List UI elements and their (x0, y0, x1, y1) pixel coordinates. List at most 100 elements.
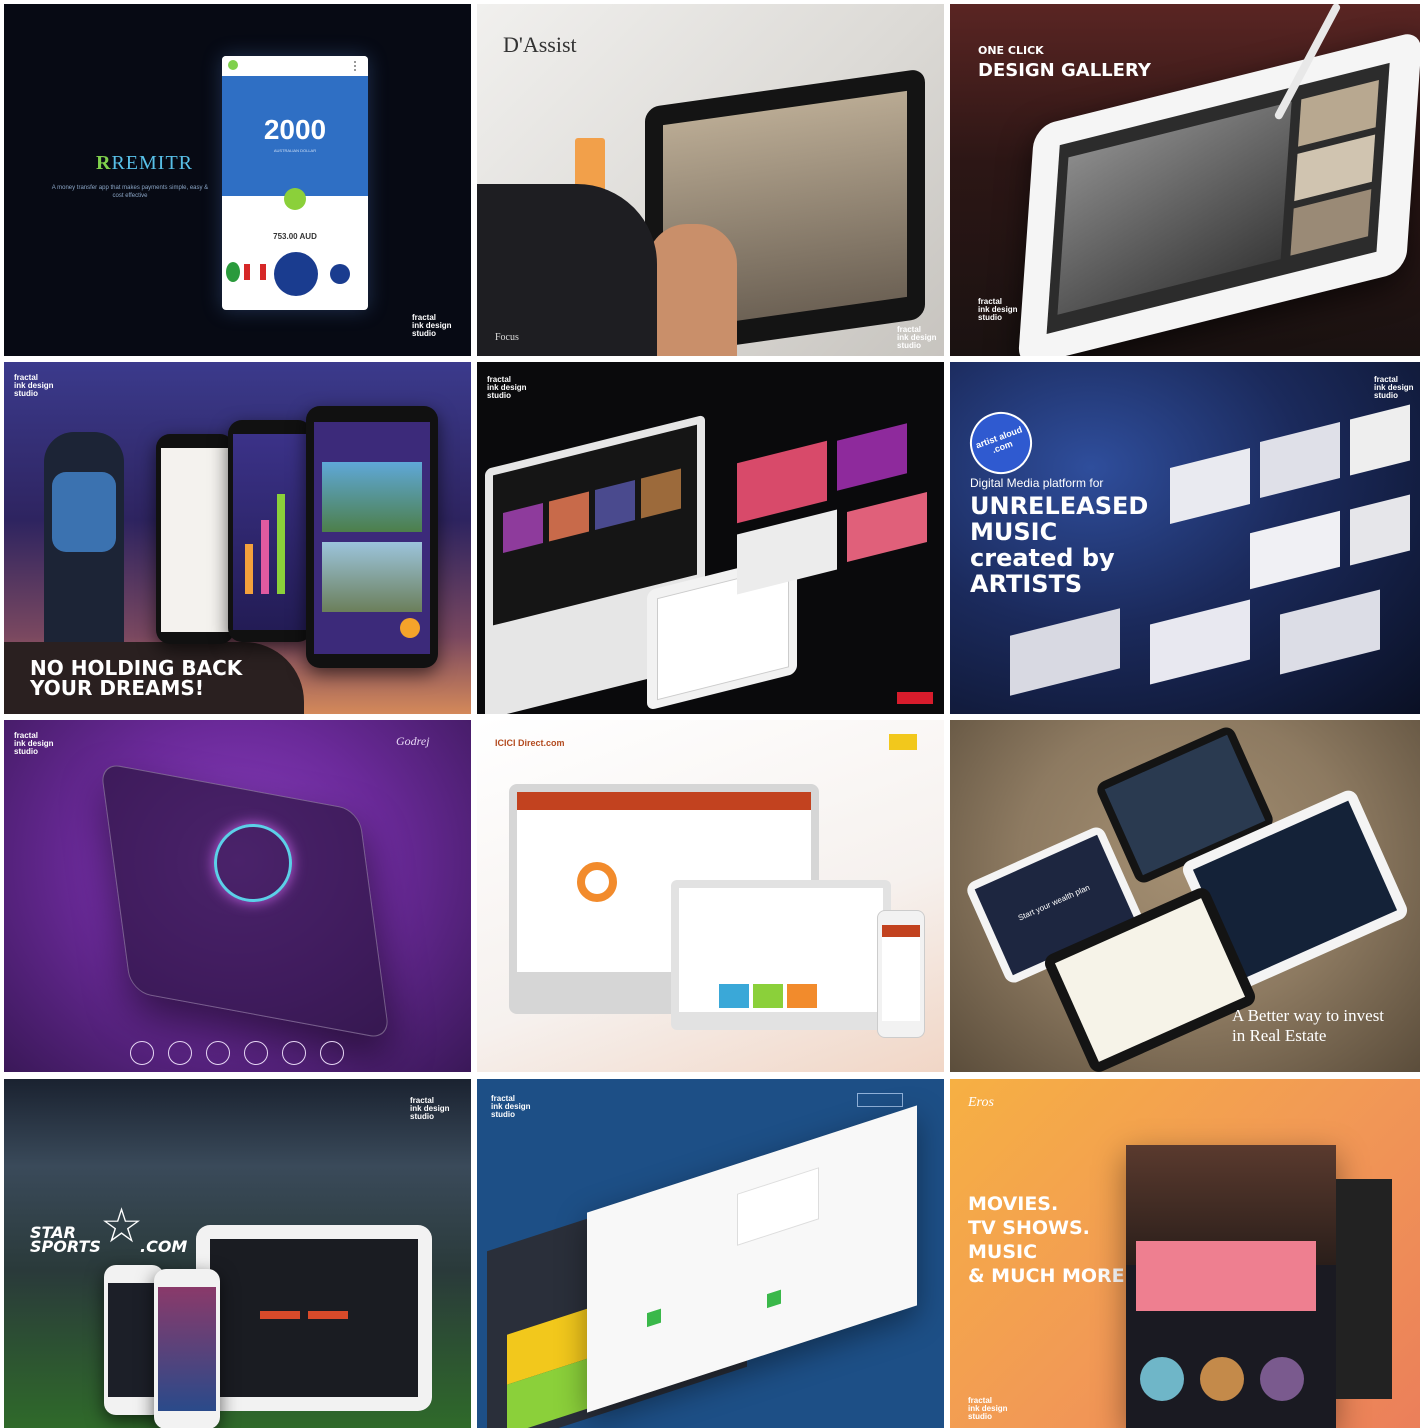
bar-chart-bar (245, 544, 253, 594)
card-float (737, 440, 827, 524)
screen-card (1280, 589, 1380, 675)
remitr-header (222, 56, 368, 77)
destination-card[interactable] (322, 542, 422, 612)
destination-card[interactable] (322, 462, 422, 532)
eros-headline-2: TV SHOWS. (968, 1217, 1090, 1239)
imac-header (517, 792, 811, 810)
content-thumb[interactable] (1200, 1357, 1244, 1401)
score-button[interactable] (260, 1311, 300, 1319)
screen-card (1350, 404, 1410, 476)
green-bar (647, 1308, 661, 1328)
macbook (671, 880, 891, 1030)
tile-icici[interactable]: ICICI Direct.com (477, 720, 944, 1072)
iphone-left-screen (108, 1283, 160, 1397)
media-thumb[interactable] (503, 502, 543, 553)
tile-real-estate[interactable]: Start your wealth plan A Better way to i… (950, 720, 1420, 1072)
flag-australia-icon[interactable] (274, 252, 318, 296)
content-thumb[interactable] (1260, 1357, 1304, 1401)
dassist-sleeve (477, 184, 657, 356)
dassist-brand: D'Assist (503, 32, 577, 57)
gallery-room-image (1057, 101, 1292, 315)
green-bar (767, 1289, 781, 1309)
tile-dashboard-blue[interactable]: fractal ink design studio (477, 1079, 944, 1428)
fab-button[interactable] (400, 618, 420, 638)
eros-side-panel (1336, 1179, 1392, 1399)
control-icon-4[interactable] (244, 1041, 268, 1065)
hiker-backpack (52, 472, 116, 552)
tile-dreams[interactable]: fractal ink design studio NO HOLDING BAC… (4, 362, 471, 714)
control-icon-2[interactable] (168, 1041, 192, 1065)
studio-label: fractal ink design studio (897, 325, 937, 350)
tile-media-devices[interactable]: fractal ink design studio (477, 362, 944, 714)
macbook-screen (679, 888, 883, 1012)
control-icon-5[interactable] (282, 1041, 306, 1065)
artist-headline-1: UNRELEASED (970, 492, 1149, 520)
card-float (847, 492, 927, 562)
iphone-header (882, 925, 920, 937)
dial-ring[interactable] (214, 824, 292, 902)
media-thumb[interactable] (549, 491, 589, 542)
brand-badge (897, 692, 933, 704)
bar-chart-bar (261, 520, 269, 594)
screen-card (1170, 448, 1250, 524)
wealth-cta[interactable]: Start your wealth plan (996, 874, 1111, 932)
control-icon-1[interactable] (130, 1041, 154, 1065)
artist-headline-4: ARTISTS (970, 570, 1083, 598)
flag-canada-icon[interactable] (244, 264, 266, 280)
ipad-screen (210, 1239, 418, 1397)
star-sports-line2: SPORTS (30, 1237, 101, 1256)
iphone-right (154, 1269, 220, 1428)
bar-chart-bar (277, 494, 285, 594)
remitr-brand: REMITR (111, 152, 194, 174)
tile-eros[interactable]: Eros MOVIES. TV SHOWS. MUSIC & MUCH MORE… (950, 1079, 1420, 1428)
control-icon-6[interactable] (320, 1041, 344, 1065)
dashboard-card[interactable] (737, 1167, 819, 1246)
media-thumb[interactable] (641, 468, 681, 519)
phone-right-screen (314, 422, 430, 654)
screen-card (1010, 608, 1120, 696)
studio-label: fractal ink design studio (14, 373, 54, 398)
tile-artist-aloud[interactable]: artist aloud .com Digital Media platform… (950, 362, 1420, 714)
tile-godrej[interactable]: fractal ink design studio Godrej (4, 720, 471, 1072)
content-thumb[interactable] (1140, 1357, 1184, 1401)
donut-chart (577, 862, 617, 902)
tile-star-sports[interactable]: fractal ink design studio STAR SPORTS ☆ … (4, 1079, 471, 1428)
phone-middle (228, 420, 312, 642)
artist-subtitle: Digital Media platform for (970, 476, 1104, 490)
real-estate-tagline-2: in Real Estate (1232, 1026, 1327, 1045)
tile-design-gallery[interactable]: ONE CLICK DESIGN GALLERY fractal ink des… (950, 4, 1420, 356)
dassist-footer: Focus (495, 332, 519, 343)
flag-brazil-icon[interactable] (226, 262, 240, 282)
gallery-screen (1046, 62, 1390, 334)
remitr-converted: 753.00 AUD (273, 232, 317, 241)
remitr-app-icon (228, 60, 238, 70)
tile-dassist[interactable]: D'Assist Focus fractal ink design studio (477, 4, 944, 356)
gallery-line2: DESIGN GALLERY (978, 60, 1151, 81)
phone-left-screen (161, 448, 229, 632)
eros-headline-4: & MUCH MORE (968, 1265, 1125, 1287)
screen-card (1150, 599, 1250, 685)
phone-right (306, 406, 438, 668)
artist-headline-2: MUSIC (970, 518, 1058, 546)
menu-icon[interactable] (354, 61, 359, 71)
phone-left (156, 434, 234, 644)
screen-card (1260, 422, 1340, 498)
remitr-blue-panel: 2000 AUSTRALIAN DOLLAR (222, 76, 368, 196)
eros-headline-1: MOVIES. (968, 1193, 1059, 1215)
remitr-send-button[interactable] (284, 188, 306, 210)
pink-banner[interactable] (1136, 1241, 1316, 1311)
flag-uk-icon[interactable] (330, 264, 350, 284)
studio-label: fractal ink design studio (968, 1396, 1008, 1421)
artist-badge: artist aloud .com (961, 403, 1041, 483)
control-icon-3[interactable] (206, 1041, 230, 1065)
remitr-amount-caption: AUSTRALIAN DOLLAR (273, 148, 317, 153)
gallery-thumb[interactable] (1290, 189, 1372, 256)
tile-remitr[interactable]: RREMITR A money transfer app that makes … (4, 4, 471, 356)
remitr-amount: 2000 (263, 114, 327, 145)
studio-label: fractal ink design studio (491, 1094, 531, 1119)
media-thumb[interactable] (595, 480, 635, 530)
godrej-logo: Godrej (396, 734, 430, 748)
card-float (837, 423, 907, 491)
score-button[interactable] (308, 1311, 348, 1319)
real-estate-tagline-1: A Better way to invest (1232, 1006, 1385, 1025)
